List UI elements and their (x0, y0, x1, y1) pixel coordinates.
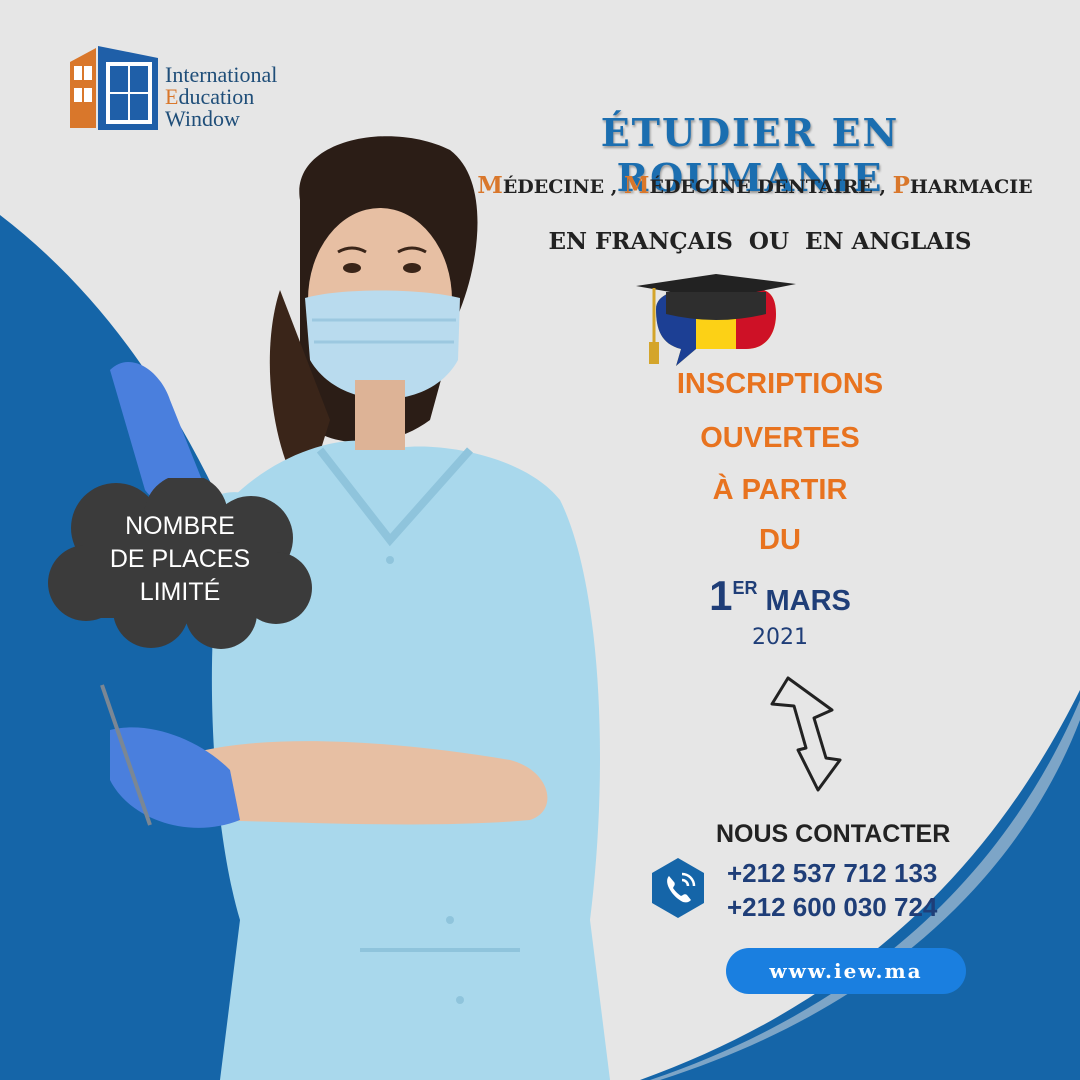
phone-icon (652, 858, 704, 918)
website-button[interactable]: www.iew.ma (726, 948, 966, 994)
logo-line-1: International (165, 62, 278, 87)
inscriptions-line-4: DU (759, 524, 801, 556)
specialty-1-rest: ÉDECINE (502, 176, 605, 198)
specialty-2-rest: ÉDECINE DENTAIRE (649, 176, 873, 198)
phone-number-2[interactable]: +212 600 030 724 (727, 892, 1027, 923)
logo-line-2: Education (165, 84, 255, 109)
cloud-line-2: DE PLACES (109, 545, 251, 573)
arrow-down-icon (770, 676, 842, 792)
separator-1: , (604, 176, 624, 198)
date-day: 1 (709, 572, 733, 619)
specialties: MÉDECINE , MÉDECINE DENTAIRE , PHARMACIE (460, 172, 1050, 199)
specialty-3-initial: P (892, 172, 910, 199)
specialty-1-initial: M (477, 172, 503, 199)
contact-title: NOUS CONTACTER (716, 820, 951, 848)
inscriptions-line-2: OUVERTES (700, 422, 860, 454)
specialty-3-rest: HARMACIE (909, 176, 1033, 198)
inscriptions-date: 1ER MARS (620, 572, 940, 620)
inscriptions-year: 2021 (752, 625, 808, 650)
date-month: MARS (765, 585, 851, 617)
inscriptions-line-1: INSCRIPTIONS (676, 368, 884, 400)
phone-number-1[interactable]: +212 537 712 133 (727, 858, 1027, 889)
date-ordinal: ER (732, 578, 758, 598)
cloud-text: NOMBRE DE PLACES LIMITÉ (70, 510, 290, 609)
cloud-line-1: NOMBRE (125, 512, 235, 540)
graduation-cap-flag-icon (636, 274, 796, 366)
specialty-2-initial: M (624, 172, 650, 199)
separator-2: , (872, 176, 893, 198)
inscriptions-line-3: À PARTIR (712, 474, 848, 506)
languages: EN FRANÇAIS OU EN ANGLAIS (548, 228, 972, 255)
cloud-line-3: LIMITÉ (139, 578, 221, 606)
poster: International Education Window NOMBRE DE… (0, 0, 1080, 1080)
